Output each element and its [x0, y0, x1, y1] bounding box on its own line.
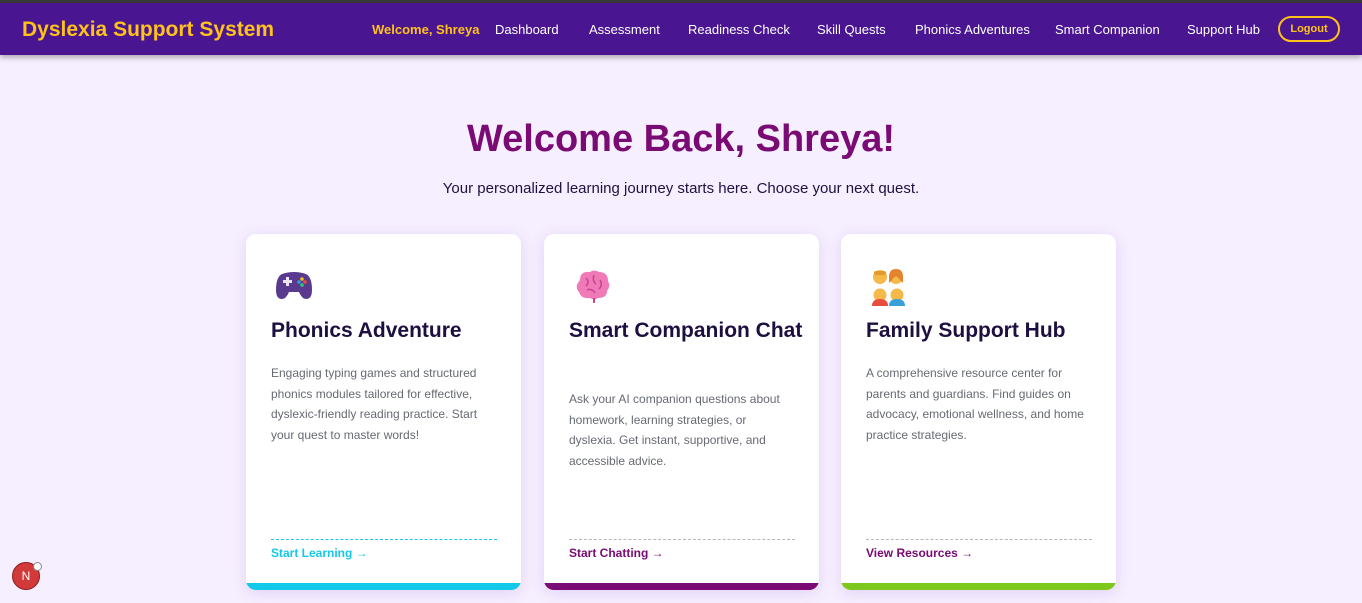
top-navbar: Dyslexia Support System Welcome, Shreya …: [0, 3, 1362, 55]
card-phonics-adventure[interactable]: Phonics Adventure Engaging typing games …: [246, 234, 521, 590]
card-title: Phonics Adventure: [271, 319, 462, 342]
card-divider: [569, 539, 795, 540]
start-chatting-link[interactable]: Start Chatting →: [569, 546, 664, 560]
card-divider: [866, 539, 1092, 540]
nav-link-skill-quests[interactable]: Skill Quests: [817, 22, 886, 37]
brain-icon: [572, 268, 616, 308]
card-description: Ask your AI companion questions about ho…: [569, 392, 780, 468]
family-icon: [869, 268, 913, 308]
logout-button[interactable]: Logout: [1278, 16, 1340, 42]
card-divider: [271, 539, 497, 540]
card-description: Engaging typing games and structured pho…: [271, 366, 478, 442]
nav-link-dashboard[interactable]: Dashboard: [495, 22, 559, 37]
game-controller-icon: [274, 268, 318, 308]
nav-links: Welcome, Shreya Dashboard Assessment Rea…: [0, 22, 1362, 42]
nav-link-phonics-adventures[interactable]: Phonics Adventures: [915, 22, 1030, 37]
view-resources-link[interactable]: View Resources →: [866, 546, 973, 560]
nav-link-assessment[interactable]: Assessment: [589, 22, 660, 37]
card-title: Family Support Hub: [866, 319, 1066, 342]
page-subtitle: Your personalized learning journey start…: [442, 180, 920, 197]
card-accent-bar: [246, 583, 521, 590]
card-family-support-hub[interactable]: Family Support Hub A comprehensive resou…: [841, 234, 1116, 590]
card-title: Smart Companion Chat: [569, 319, 803, 342]
nav-link-readiness-check[interactable]: Readiness Check: [688, 22, 790, 37]
devtools-badge-indicator: [33, 562, 42, 571]
welcome-user-label: Welcome, Shreya: [372, 22, 480, 37]
card-smart-companion-chat[interactable]: Smart Companion Chat Ask your AI compani…: [544, 234, 819, 590]
card-accent-bar: [841, 583, 1116, 590]
nav-link-smart-companion[interactable]: Smart Companion: [1055, 22, 1160, 37]
page-title: Welcome Back, Shreya!: [466, 118, 896, 160]
card-description: A comprehensive resource center for pare…: [866, 366, 1084, 442]
card-accent-bar: [544, 583, 819, 590]
start-learning-link[interactable]: Start Learning →: [271, 546, 368, 560]
nav-link-support-hub[interactable]: Support Hub: [1187, 22, 1260, 37]
